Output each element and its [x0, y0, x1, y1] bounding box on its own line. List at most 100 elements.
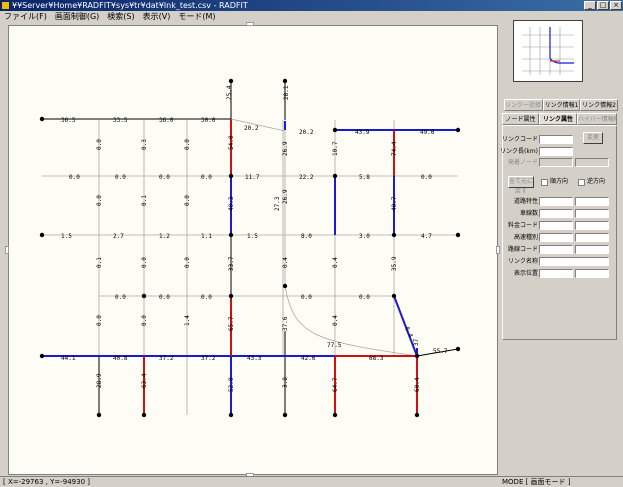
route-code-field-1[interactable] — [539, 245, 573, 254]
link-label: 74.4 — [391, 141, 398, 156]
display-position-field-1[interactable] — [539, 269, 573, 278]
mode-indicator: MODE [ 画面モード ] — [502, 478, 571, 486]
link-label: 0.0 — [96, 139, 103, 150]
reverse-checkbox[interactable] — [578, 179, 585, 186]
link-length-label: リンク長(km) — [500, 148, 539, 155]
link-label: 1.1 — [201, 233, 212, 240]
display-position-label: 表示位置 — [513, 270, 538, 277]
link-name-field[interactable] — [539, 257, 609, 266]
maximize-button[interactable]: □ — [597, 1, 609, 10]
link-label: 0.1 — [96, 257, 103, 268]
link-label: 37.2 — [159, 355, 174, 362]
app-icon — [2, 2, 9, 9]
link-label: 6.4 — [403, 326, 414, 339]
link-label: 0.0 — [141, 315, 148, 326]
link-label: 40.3 — [228, 196, 235, 211]
lane-count-label: 車線数 — [519, 210, 538, 217]
link-code-field[interactable] — [539, 135, 573, 144]
link-label: 60.4 — [414, 377, 421, 392]
toll-code-field-1[interactable] — [539, 221, 573, 230]
tab-link-info-2[interactable]: リンク情報2 — [580, 99, 618, 111]
canvas-handle-left[interactable] — [5, 246, 9, 254]
map-canvas[interactable]: 25.4 28.1 36.5 33.5 36.0 30.0 20.2 20.2 … — [8, 25, 498, 475]
link-label: 37 — [413, 338, 420, 346]
road-characteristic-label: 道路特性 — [513, 198, 538, 205]
origin-node-field — [539, 158, 573, 167]
link-label: 44.1 — [61, 355, 76, 362]
link-label: 0.0 — [184, 257, 191, 268]
link-label: 35.9 — [391, 256, 398, 271]
link-label: 0.0 — [96, 315, 103, 326]
link-label: 37.2 — [201, 355, 216, 362]
road-characteristic-field-2[interactable] — [575, 197, 609, 206]
link-label: 33.7 — [228, 256, 235, 271]
road-characteristic-field-1[interactable] — [539, 197, 573, 206]
link-code-label: リンクコード — [501, 136, 538, 143]
canvas-handle-top[interactable] — [246, 22, 254, 26]
link-label: 52.0 — [228, 377, 235, 392]
road-network-map[interactable]: 25.4 28.1 36.5 33.5 36.0 30.0 20.2 20.2 … — [9, 26, 497, 474]
status-bar: [ X=-29763 , Y=-94930 ] MODE [ 画面モード ] — [0, 476, 623, 487]
link-label: 40.7 — [391, 196, 398, 211]
route-code-label: 路線コード — [507, 246, 538, 253]
menu-search[interactable]: 検索(S) — [103, 11, 138, 23]
link-label: 28.9 — [96, 373, 103, 388]
origin-node-label: 発着ノード — [507, 159, 538, 166]
toll-code-field-2[interactable] — [575, 221, 609, 230]
link-label: 0.4 — [282, 257, 289, 268]
close-button[interactable]: × — [610, 1, 622, 10]
link-label: 0.0 — [159, 294, 170, 301]
link-label: 0.0 — [201, 174, 212, 181]
tab-link-attributes[interactable]: リンク属性 — [539, 113, 577, 125]
forward-checkbox[interactable] — [541, 179, 548, 186]
link-label: 65.7 — [228, 316, 235, 331]
link-label: 42.6 — [301, 355, 316, 362]
lane-count-field-1[interactable] — [539, 209, 573, 218]
link-label: 25.4 — [226, 85, 233, 100]
link-label: 36.0 — [159, 117, 174, 124]
link-label: 0.0 — [96, 195, 103, 206]
window-title: ¥¥Server¥Home¥RADFIT¥sys¥tr¥dat¥lnk_test… — [12, 1, 248, 10]
menu-file[interactable]: ファイル(F) — [0, 11, 51, 23]
menu-screen-control[interactable]: 画面制御(G) — [51, 11, 103, 23]
link-label: 0.0 — [359, 294, 370, 301]
overview-map-drawing — [522, 27, 574, 75]
highway-type-field-1[interactable] — [539, 233, 573, 242]
link-label: 0.1 — [141, 195, 148, 206]
minimize-button[interactable]: _ — [584, 1, 596, 10]
menu-view[interactable]: 表示(V) — [139, 11, 175, 23]
route-code-field-2[interactable] — [575, 245, 609, 254]
tab-node-attributes[interactable]: ノード属性 — [502, 113, 539, 125]
tab-hyper-info-edit: ハイバー情報修正 — [577, 113, 617, 125]
lane-count-field-2[interactable] — [575, 209, 609, 218]
overview-map[interactable] — [513, 20, 583, 82]
change-button[interactable]: 変更 — [583, 132, 603, 144]
link-label: 27.3 — [274, 196, 281, 211]
link-label: 26.9 — [282, 189, 289, 204]
restore-all-button[interactable]: 全て元に戻す — [508, 176, 534, 195]
link-name-label: リンク名称 — [507, 258, 538, 265]
reverse-label: 逆方向 — [587, 178, 606, 185]
link-label: 1.4 — [184, 315, 191, 326]
menu-mode[interactable]: モード(M) — [174, 11, 219, 23]
link-labels: 25.4 28.1 36.5 33.5 36.0 30.0 20.2 20.2 … — [61, 85, 448, 392]
cursor-coordinates: [ X=-29763 , Y=-94930 ] — [3, 478, 90, 486]
display-position-field-2[interactable] — [575, 269, 609, 278]
link-label: 54.0 — [228, 135, 235, 150]
link-label: 43.3 — [247, 355, 262, 362]
link-label: 11.7 — [245, 174, 260, 181]
link-label: 0.3 — [141, 139, 148, 150]
link-label: 36.5 — [61, 117, 76, 124]
link-label: 10.7 — [332, 141, 339, 156]
link-label: 37.6 — [282, 316, 289, 331]
link-label: 20.2 — [244, 125, 259, 132]
link-label: 3.8 — [282, 377, 289, 388]
link-length-field[interactable] — [539, 147, 573, 156]
tab-link-info-1[interactable]: リンク情報1 — [543, 99, 580, 111]
link-label: 0.4 — [332, 315, 339, 326]
link-label: 49.6 — [420, 129, 435, 136]
link-label: 2.7 — [113, 233, 124, 240]
highway-type-field-2[interactable] — [575, 233, 609, 242]
link-label: 43.9 — [355, 129, 370, 136]
link-label: 26.9 — [282, 141, 289, 156]
